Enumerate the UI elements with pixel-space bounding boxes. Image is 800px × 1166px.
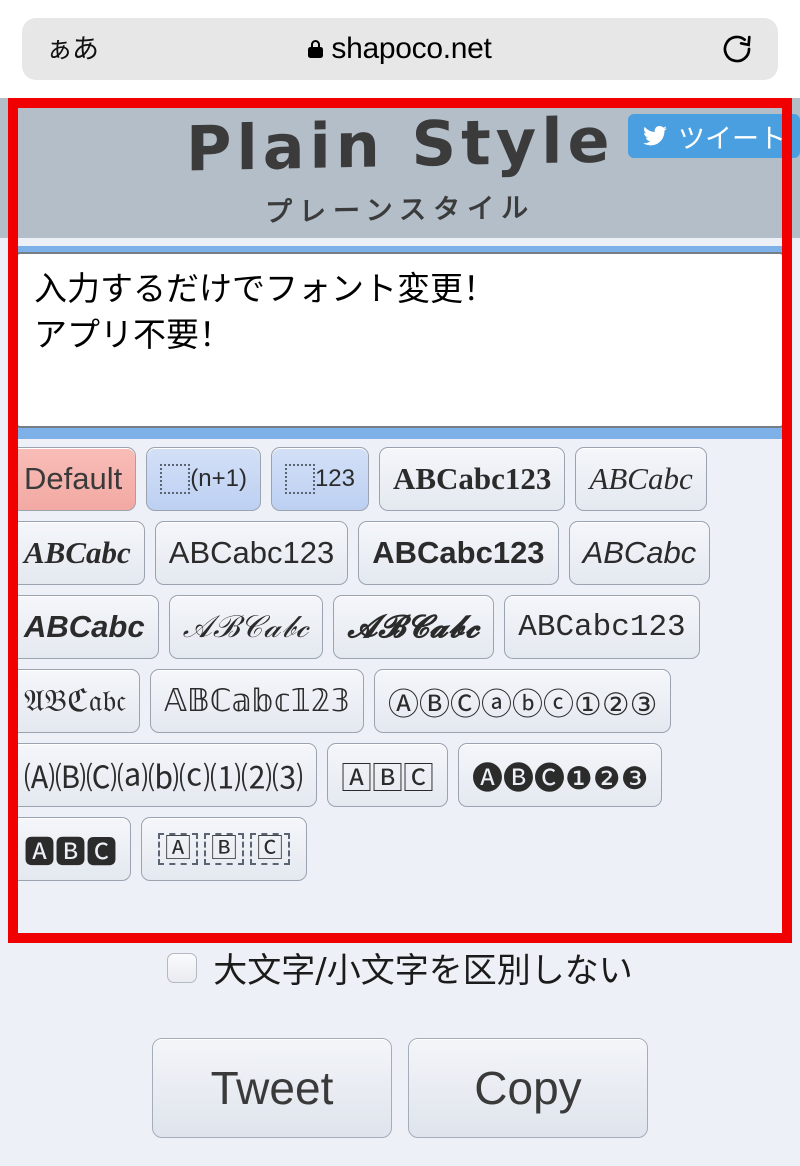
style-button-row: 🅰🅱🅲 🄰 🄱 🄲 (10, 817, 790, 881)
style-button[interactable]: 123 (270, 447, 369, 511)
tweet-share-badge[interactable]: ツイート (628, 114, 800, 158)
placeholder-box-icon (160, 464, 191, 494)
tweet-button[interactable]: Tweet (152, 1038, 392, 1138)
style-button-grid: Default (n+1) 123 ABCabc123 ABCabc ABCabc ABCa… (0, 439, 800, 901)
style-button-label: 🄱 (204, 832, 245, 866)
tweet-badge-label: ツイート (678, 123, 786, 155)
copy-button[interactable]: Copy (408, 1038, 648, 1138)
style-button-label: (n+1) (190, 465, 247, 492)
style-button-row: 𝔄𝔅ℭ𝔞𝔟𝔠 𝔸𝔹ℂ𝕒𝕓𝕔𝟙𝟚𝟛 ⒶⒷⒸⓐⓑⓒ①②③ (10, 669, 790, 733)
style-button-label: 🄲 (250, 832, 291, 866)
action-bar: Tweet Copy (0, 1038, 800, 1138)
address-bar-center: shapoco.net (22, 32, 778, 66)
style-button[interactable]: ABCabc (575, 447, 707, 511)
style-button[interactable]: ABCabc123 (358, 521, 559, 585)
web-page: Plain Style プレーンスタイル ツイート Default (n+1) 12… (0, 98, 800, 1166)
style-button[interactable]: ABCabc (10, 521, 145, 585)
style-button[interactable]: Default (10, 447, 137, 511)
app-header: Plain Style プレーンスタイル ツイート (0, 98, 800, 238)
style-button[interactable]: 🄐🄑🄒⒜⒝⒞⑴⑵⑶ (10, 743, 317, 807)
browser-toolbar: ぁあ shapoco.net (0, 0, 800, 98)
style-button[interactable]: 🄰🄱🄲 (141, 817, 308, 881)
address-bar[interactable]: ぁあ shapoco.net (22, 18, 778, 80)
style-button[interactable]: (n+1) (146, 447, 261, 511)
style-button-label: 🄰 (158, 832, 199, 866)
style-button-row: ABCabc ABCabc123 ABCabc123 ABCabc (10, 521, 790, 585)
style-button-row: Default (n+1) 123 ABCabc123 ABCabc (10, 447, 790, 511)
style-button[interactable]: 🄰🄱🄲 (327, 743, 448, 807)
style-button[interactable]: ABCabc123 (378, 447, 566, 511)
style-button[interactable]: 🅰🅱🅲 (10, 817, 131, 881)
style-button[interactable]: 𝔄𝔅ℭ𝔞𝔟𝔠 (10, 669, 141, 733)
ignore-case-option[interactable]: 大文字/小文字を区別しない (0, 943, 800, 992)
style-button[interactable]: ABCabc (568, 521, 711, 585)
reload-icon[interactable] (720, 32, 754, 66)
style-button[interactable]: ABCabc (10, 595, 159, 659)
style-button-row: 🄐🄑🄒⒜⒝⒞⑴⑵⑶ 🄰🄱🄲 🅐🅑🅒❶❷❸ (10, 743, 790, 807)
style-button[interactable]: 𝒜ℬ𝒞𝒶𝒷𝒸 (168, 595, 324, 659)
style-button[interactable]: ABCabc123 (154, 521, 349, 585)
style-button[interactable]: 🅐🅑🅒❶❷❸ (458, 743, 663, 807)
text-size-button[interactable]: ぁあ (46, 36, 99, 63)
lock-icon (308, 40, 324, 58)
ignore-case-label: 大文字/小文字を区別しない (213, 951, 633, 991)
twitter-bird-icon (643, 125, 667, 146)
ignore-case-checkbox[interactable] (167, 952, 198, 983)
style-button[interactable]: ABCabc123 (504, 595, 700, 659)
style-button[interactable]: ⒶⒷⒸⓐⓑⓒ①②③ (374, 669, 672, 733)
page-subtitle: プレーンスタイル (264, 192, 536, 228)
style-button[interactable]: 𝓐𝓑𝓒𝓪𝓫𝓬 (333, 595, 495, 659)
text-input[interactable] (16, 252, 784, 428)
url-text: shapoco.net (331, 32, 492, 65)
style-button-label: 123 (314, 465, 355, 492)
style-button-row: ABCabc 𝒜ℬ𝒞𝒶𝒷𝒸 𝓐𝓑𝓒𝓪𝓫𝓬 ABCabc123 (10, 595, 790, 659)
placeholder-box-icon (284, 464, 315, 494)
style-button[interactable]: 𝔸𝔹ℂ𝕒𝕓𝕔𝟙𝟚𝟛 (150, 669, 365, 733)
page-title: Plain Style (185, 103, 615, 185)
text-input-focus-ring (10, 246, 790, 439)
